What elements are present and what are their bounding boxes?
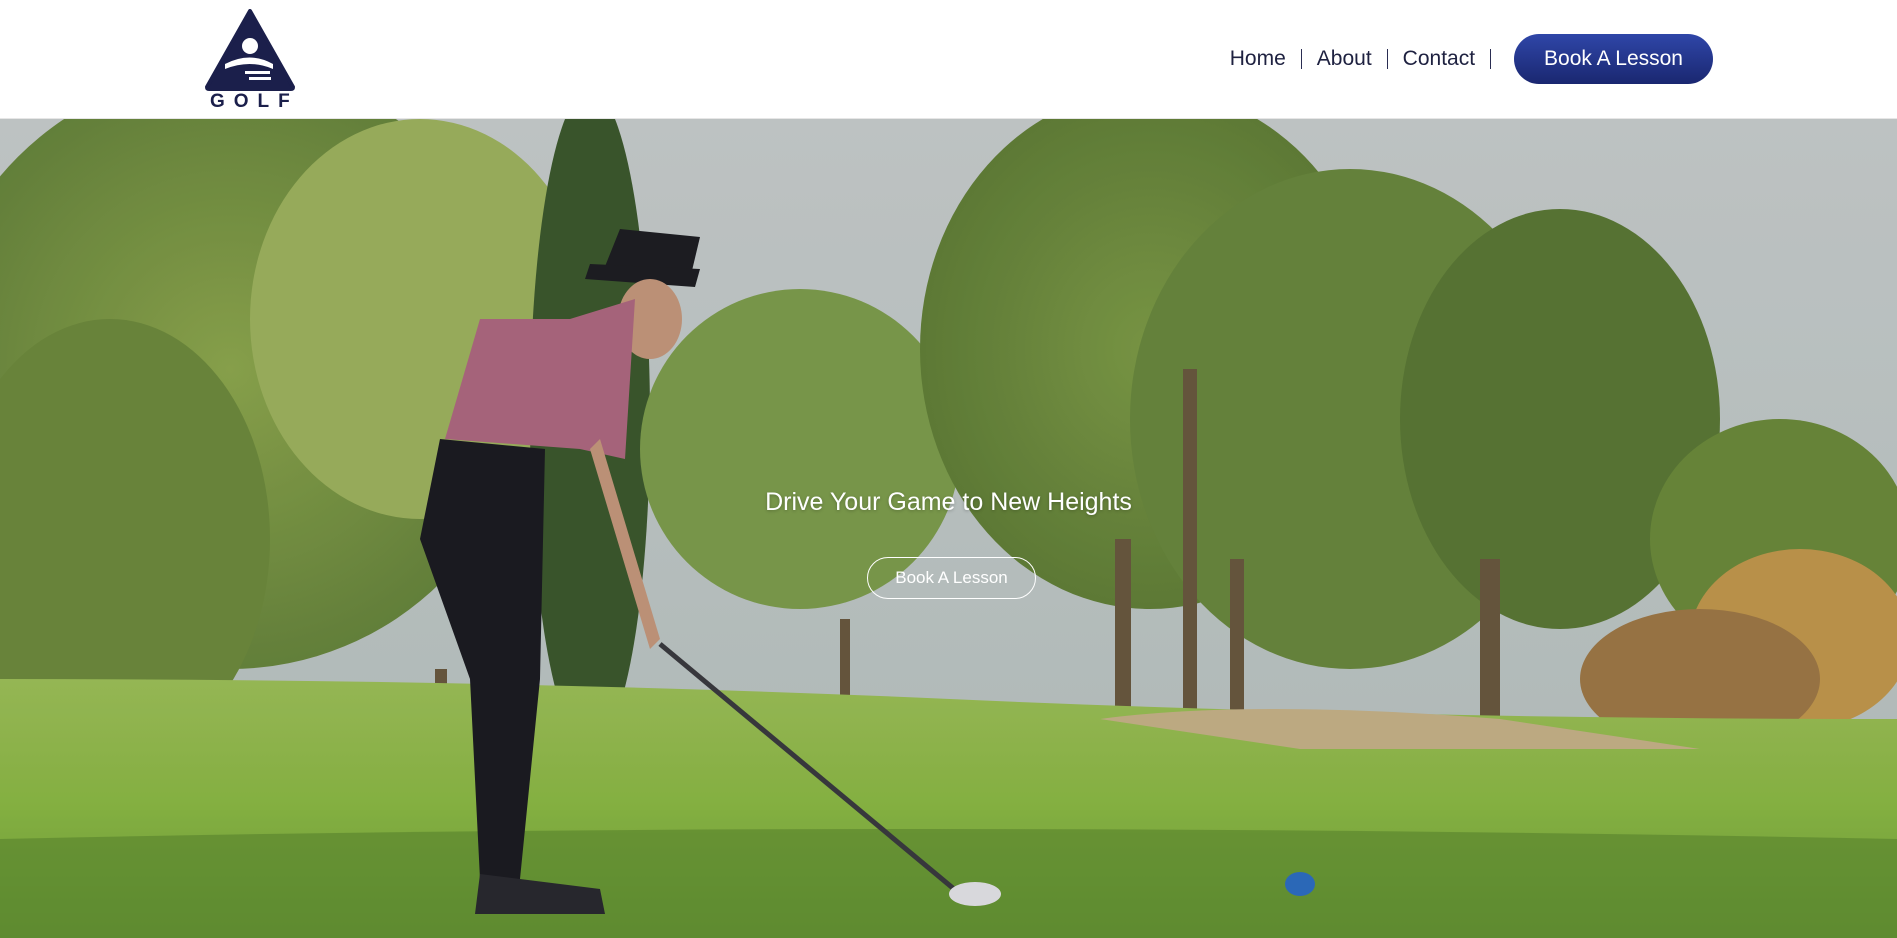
logo-mark-icon	[205, 9, 295, 91]
nav-home-link[interactable]: Home	[1230, 47, 1286, 71]
hero-section: Drive Your Game to New Heights Book A Le…	[0, 119, 1897, 938]
nav-divider	[1386, 49, 1388, 69]
logo-text: GOLF	[210, 91, 299, 112]
hero-headline: Drive Your Game to New Heights	[765, 488, 1132, 516]
main-nav: Home About Contact Book A Lesson	[1230, 34, 1713, 84]
nav-contact-link[interactable]: Contact	[1403, 47, 1475, 71]
book-lesson-nav-button[interactable]: Book A Lesson	[1514, 34, 1713, 84]
hero-background-image	[0, 119, 1897, 938]
golf-logo[interactable]: GOLF	[205, 9, 299, 112]
nav-divider	[1300, 49, 1302, 69]
book-lesson-hero-button[interactable]: Book A Lesson	[867, 557, 1036, 599]
nav-about-link[interactable]: About	[1317, 47, 1372, 71]
site-header: GOLF Home About Contact Book A Lesson	[0, 0, 1897, 119]
nav-divider	[1490, 49, 1492, 69]
